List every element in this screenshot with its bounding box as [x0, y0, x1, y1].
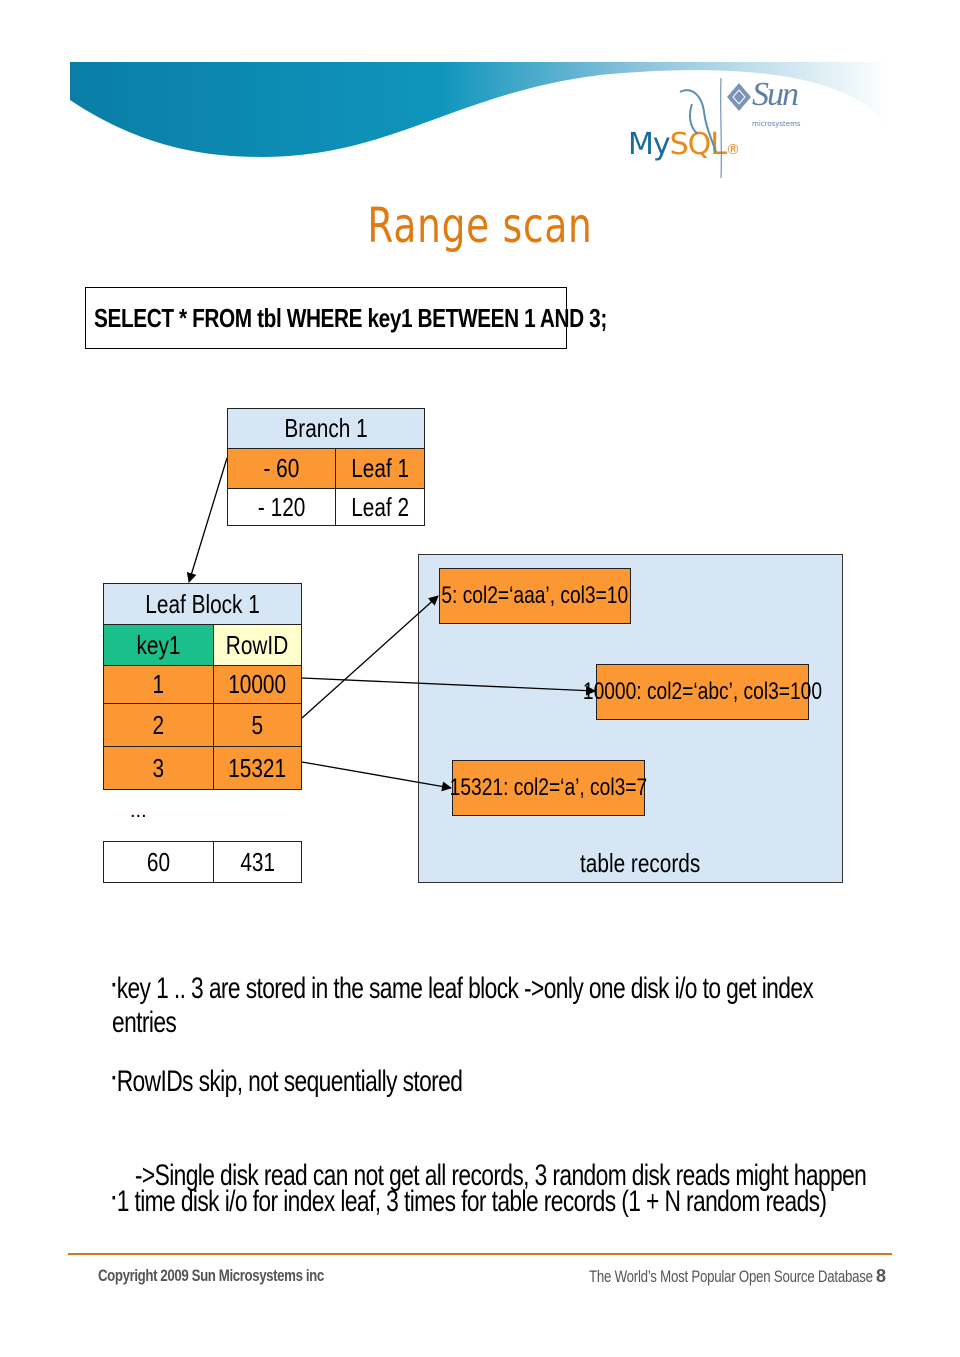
- leaf-last-rowid: 431: [213, 841, 302, 883]
- mysql-logo-my: My: [628, 127, 671, 162]
- arrow-branch-to-leaf: [186, 457, 228, 583]
- sql-query-box: SELECT * FROM tbl WHERE key1 BETWEEN 1 A…: [85, 287, 607, 349]
- bullet-item: ▪RowIDs skip, not sequentially stored: [112, 1065, 463, 1100]
- leaf-row-rowid: 10000: [213, 665, 302, 704]
- bullet-text: key 1 .. 3 are stored in the same leaf b…: [116, 972, 814, 1005]
- bullet-text: RowIDs skip, not sequentially stored: [116, 1065, 463, 1098]
- bullet-item: ▪key 1 .. 3 are stored in the same leaf …: [112, 972, 814, 1007]
- sun-diamond-icon: [727, 83, 751, 111]
- branch-title: Branch 1: [227, 408, 425, 449]
- leaf-row-key: 2: [103, 703, 214, 747]
- table-record: 10000: col2=‘abc’, col3=100: [583, 664, 822, 720]
- leaf-ellipsis: ...: [130, 800, 147, 822]
- branch-row-ptr: Leaf 1: [335, 448, 425, 489]
- table-record: 5: col2=‘aaa’, col3=10: [439, 568, 631, 624]
- sun-logo-subtext: microsystems: [752, 120, 801, 128]
- page-number: 8: [876, 1266, 887, 1286]
- sun-logo-text: Sun: [752, 76, 799, 113]
- bullet-marker: ▪: [112, 976, 116, 993]
- bullet-marker: ▪: [112, 1189, 116, 1206]
- leaf-row-rowid: 5: [213, 703, 302, 747]
- bullet-text: entries: [112, 1006, 177, 1039]
- footer-copyright: Copyright 2009 Sun Microsystems inc: [98, 1266, 324, 1285]
- footer-tagline: The World’s Most Popular Open Source Dat…: [589, 1267, 873, 1286]
- leaf-row-key: 3: [103, 746, 214, 790]
- table-record: 15321: col2=‘a’, col3=7: [450, 760, 647, 816]
- leaf-last-key: 60: [103, 841, 214, 883]
- leaf-header-key: key1: [103, 624, 214, 666]
- bullet-text: 1 time disk i/o for index leaf, 3 times …: [116, 1185, 827, 1218]
- mysql-logo-mark: ®: [726, 142, 740, 158]
- table-records-label: table records: [579, 848, 701, 878]
- branch-row-key: - 60: [227, 448, 336, 489]
- branch-row-key: - 120: [227, 488, 336, 526]
- sql-query-text: SELECT * FROM tbl WHERE key1 BETWEEN 1 A…: [94, 302, 607, 333]
- bullet-subitem: ->Single disk read can not get all recor…: [112, 1125, 867, 1193]
- footer-divider: [68, 1253, 892, 1255]
- bullet-marker: ▪: [112, 1069, 116, 1086]
- leaf-header-rowid: RowID: [213, 624, 302, 666]
- leaf-title: Leaf Block 1: [103, 583, 302, 625]
- leaf-row-rowid: 15321: [213, 746, 302, 790]
- dolphin-icon: [679, 89, 717, 153]
- slide-title: Range scan: [367, 198, 593, 254]
- leaf-row-key: 1: [103, 665, 214, 704]
- header-banner: [70, 62, 890, 157]
- bullet-continuation: entries: [112, 1006, 177, 1040]
- bullet-item: ▪1 time disk i/o for index leaf, 3 times…: [112, 1185, 827, 1220]
- branch-row-ptr: Leaf 2: [335, 488, 425, 526]
- logo-divider: [720, 78, 722, 178]
